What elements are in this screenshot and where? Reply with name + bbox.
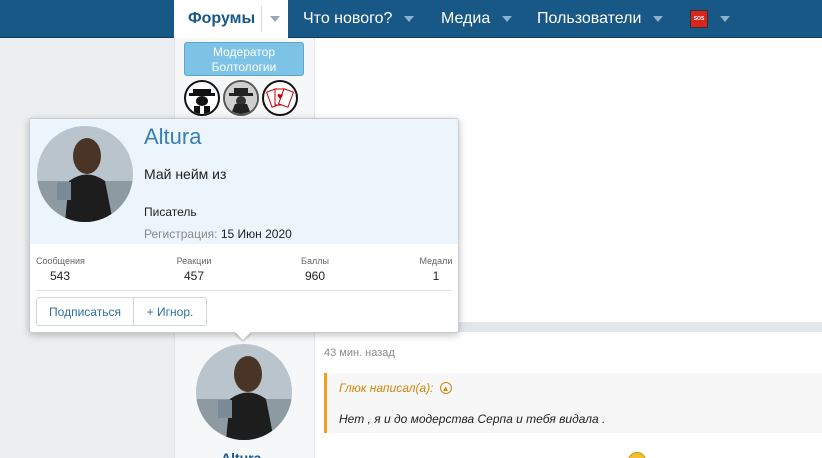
ignore-button[interactable]: + Игнор. bbox=[133, 297, 207, 326]
stat-label: Сообщения bbox=[36, 256, 85, 266]
member-tooltip: Altura Май нейм из Писатель Регистрация:… bbox=[29, 118, 459, 333]
chevron-down-icon[interactable] bbox=[653, 16, 664, 22]
tab-sos[interactable]: SOS bbox=[690, 0, 730, 38]
chevron-down-icon[interactable] bbox=[502, 16, 513, 22]
stat-value: 543 bbox=[49, 269, 71, 283]
badge-line-2: Болтологии bbox=[211, 60, 277, 74]
tooltip-divider bbox=[36, 290, 452, 291]
detective-icon[interactable] bbox=[223, 80, 259, 116]
stat-label: Реакции bbox=[176, 256, 212, 266]
quote-block: Глюк написал(а): ▲ Нет , я и до модерств… bbox=[324, 373, 822, 433]
stat-label: Баллы bbox=[301, 256, 329, 266]
badge-line-1: Модератор bbox=[212, 45, 275, 59]
tab-members[interactable]: Пользователи bbox=[537, 0, 664, 38]
avatar[interactable] bbox=[37, 126, 133, 222]
stat-value: 457 bbox=[183, 269, 205, 283]
svg-text:♥: ♥ bbox=[277, 93, 283, 101]
stat-messages[interactable]: Сообщения 543 bbox=[36, 256, 85, 283]
chevron-down-icon[interactable] bbox=[270, 16, 281, 22]
avatar[interactable] bbox=[196, 344, 292, 440]
quote-header[interactable]: Глюк написал(а): ▲ bbox=[339, 381, 452, 395]
post-timestamp[interactable]: 43 мин. назад bbox=[324, 347, 395, 359]
mafia-boss-icon[interactable] bbox=[184, 80, 220, 116]
stat-reactions[interactable]: Реакции 457 bbox=[170, 256, 218, 283]
quote-author: Глюк написал(а): bbox=[339, 381, 434, 395]
arrow-up-icon[interactable]: ▲ bbox=[439, 382, 452, 394]
tab-separator bbox=[261, 6, 263, 32]
tab-whats-new[interactable]: Что нового? bbox=[303, 0, 415, 38]
member-title: Писатель bbox=[144, 205, 197, 219]
registration-label: Регистрация: bbox=[144, 227, 218, 241]
playing-cards-icon[interactable]: ♥ bbox=[262, 80, 298, 116]
member-name[interactable]: Altura bbox=[144, 124, 201, 150]
chevron-down-icon[interactable] bbox=[720, 16, 730, 22]
tab-media-label: Медиа bbox=[441, 10, 491, 27]
member-registration: Регистрация: 15 Июн 2020 bbox=[144, 227, 292, 241]
moderator-badge: Модератор Болтологии bbox=[184, 42, 304, 76]
member-status: Май нейм из bbox=[144, 166, 227, 182]
tab-media[interactable]: Медиа bbox=[441, 0, 513, 38]
stat-points[interactable]: Баллы 960 bbox=[291, 256, 339, 283]
stat-value: 960 bbox=[304, 269, 326, 283]
tooltip-arrow bbox=[234, 331, 252, 340]
sos-icon: SOS bbox=[690, 10, 708, 28]
stat-value: 1 bbox=[432, 269, 440, 283]
stat-medals[interactable]: Медали 1 bbox=[412, 256, 460, 283]
chevron-down-icon[interactable] bbox=[404, 16, 415, 22]
post-author-name[interactable]: Altura bbox=[221, 450, 261, 458]
follow-button[interactable]: Подписаться bbox=[36, 297, 134, 326]
tab-forums-label: Форумы bbox=[188, 10, 256, 27]
top-navbar: Форумы Что нового? Медиа Пользователи SO… bbox=[0, 0, 822, 38]
registration-date: 15 Июн 2020 bbox=[220, 227, 292, 241]
stat-label: Медали bbox=[419, 256, 453, 266]
tab-whats-new-label: Что нового? bbox=[303, 10, 393, 27]
tab-forums[interactable]: Форумы bbox=[174, 0, 288, 38]
tab-members-label: Пользователи bbox=[537, 10, 642, 27]
quote-text: Нет , я и до модерства Серпа и тебя вида… bbox=[339, 412, 606, 426]
